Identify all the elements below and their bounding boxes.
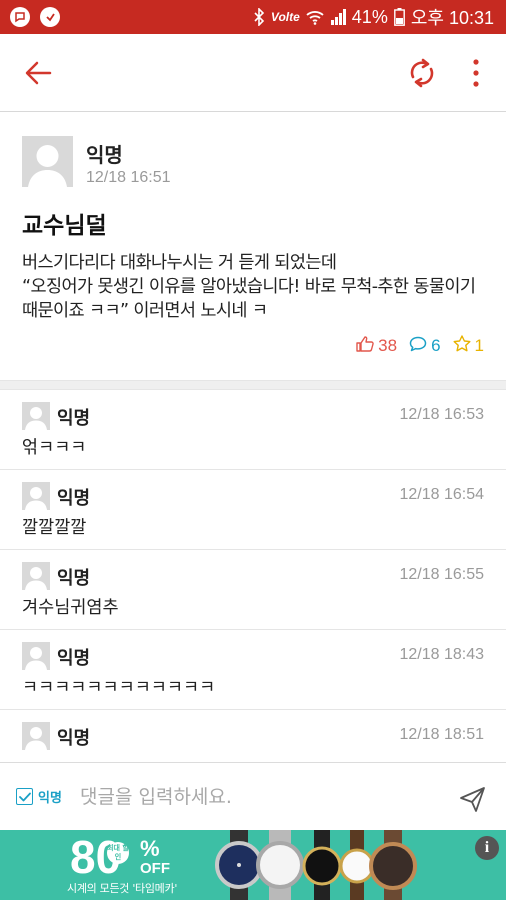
anonymous-label: 익명	[38, 791, 62, 806]
comment-item: 익명 12/18 16:55 겨수님귀염추	[0, 550, 506, 630]
comment-item: 익명 12/18 16:54 깔깔깔깔	[0, 470, 506, 550]
wifi-icon	[306, 9, 324, 25]
comment-text: ㅋㅋㅋㅋㅋㅋㅋㅋㅋㅋㅋㅋ	[22, 678, 216, 698]
comment-count: 6	[431, 336, 441, 355]
clock: 오후 10:31	[410, 8, 494, 28]
ad-percent: %	[140, 836, 160, 861]
comment-time: 12/18 18:51	[399, 726, 484, 743]
comment-time: 12/18 16:54	[399, 486, 484, 503]
comment-author: 익명	[57, 568, 91, 589]
battery-percent: 41%	[351, 6, 388, 27]
post-author: 익명	[86, 143, 123, 167]
comment-item: 익명 12/18 16:53 얶ㅋㅋㅋ	[0, 390, 506, 470]
signal-icon	[330, 9, 346, 25]
scrap-count: 1	[474, 336, 484, 355]
battery-icon	[393, 8, 405, 26]
ad-badge: 최대 할인	[107, 842, 129, 864]
comment-author: 익명	[57, 488, 91, 509]
comment-text: 겨수님귀염추	[22, 598, 119, 618]
ad-info-icon[interactable]: i	[475, 836, 499, 860]
comment-time: 12/18 18:43	[399, 646, 484, 663]
comment-bubble-icon	[409, 336, 427, 357]
anonymous-toggle[interactable]: 익명	[16, 787, 62, 806]
like-count: 38	[378, 336, 398, 355]
watches-image	[206, 830, 466, 900]
comment-avatar	[22, 402, 50, 430]
post-title: 교수님덜	[22, 213, 107, 239]
star-icon	[453, 335, 471, 357]
comment-author: 익명	[57, 408, 91, 429]
refresh-icon[interactable]	[405, 56, 439, 90]
app-notification-icon	[40, 7, 60, 27]
comment-input-bar: 익명	[0, 762, 506, 830]
comment-avatar	[22, 562, 50, 590]
post-time: 12/18 16:51	[86, 169, 171, 186]
post-body: 버스기다리다 대화나누시는 거 듣게 되었는데 “오징어가 못생긴 이유를 알아…	[22, 253, 476, 321]
comment-author: 익명	[57, 728, 91, 749]
comment-input[interactable]	[80, 781, 440, 813]
post-stats: 38 6 1	[356, 335, 484, 357]
comment-text: 얶ㅋㅋㅋ	[22, 438, 87, 458]
comment-stat: 6	[409, 336, 441, 357]
comment-item: 익명 12/18 18:51	[0, 710, 506, 762]
bluetooth-icon	[253, 8, 265, 26]
status-bar: Volte 41% 오후 10:31	[0, 0, 506, 34]
send-icon[interactable]	[458, 785, 486, 813]
scrap-stat[interactable]: 1	[453, 335, 484, 357]
like-icon	[356, 335, 374, 357]
message-notification-icon	[10, 7, 30, 27]
section-divider	[0, 380, 506, 390]
app-bar	[0, 34, 506, 112]
comment-item: 익명 12/18 18:43 ㅋㅋㅋㅋㅋㅋㅋㅋㅋㅋㅋㅋ	[0, 630, 506, 710]
volte-indicator: Volte	[270, 10, 300, 24]
ad-off: OFF	[140, 860, 170, 877]
ad-banner[interactable]: 80 최대 할인 % OFF 시계의 모든것 '타임메카' i	[0, 830, 506, 900]
checkbox-checked-icon[interactable]	[16, 788, 33, 805]
comment-time: 12/18 16:53	[399, 406, 484, 423]
comment-avatar	[22, 642, 50, 670]
ad-caption: 시계의 모든것 '타임메카'	[67, 882, 178, 895]
more-vert-icon[interactable]	[466, 56, 486, 90]
comment-author: 익명	[57, 648, 91, 669]
like-stat[interactable]: 38	[356, 335, 397, 357]
comment-text: 깔깔깔깔	[22, 518, 87, 538]
post: 익명 12/18 16:51 교수님덜 버스기다리다 대화나누시는 거 듣게 되…	[0, 113, 506, 380]
comment-avatar	[22, 722, 50, 750]
comment-list: 익명 12/18 16:53 얶ㅋㅋㅋ 익명 12/18 16:54 깔깔깔깔 …	[0, 390, 506, 762]
post-avatar	[22, 136, 73, 187]
comment-avatar	[22, 482, 50, 510]
comment-time: 12/18 16:55	[399, 566, 484, 583]
back-arrow-icon[interactable]	[22, 58, 54, 88]
